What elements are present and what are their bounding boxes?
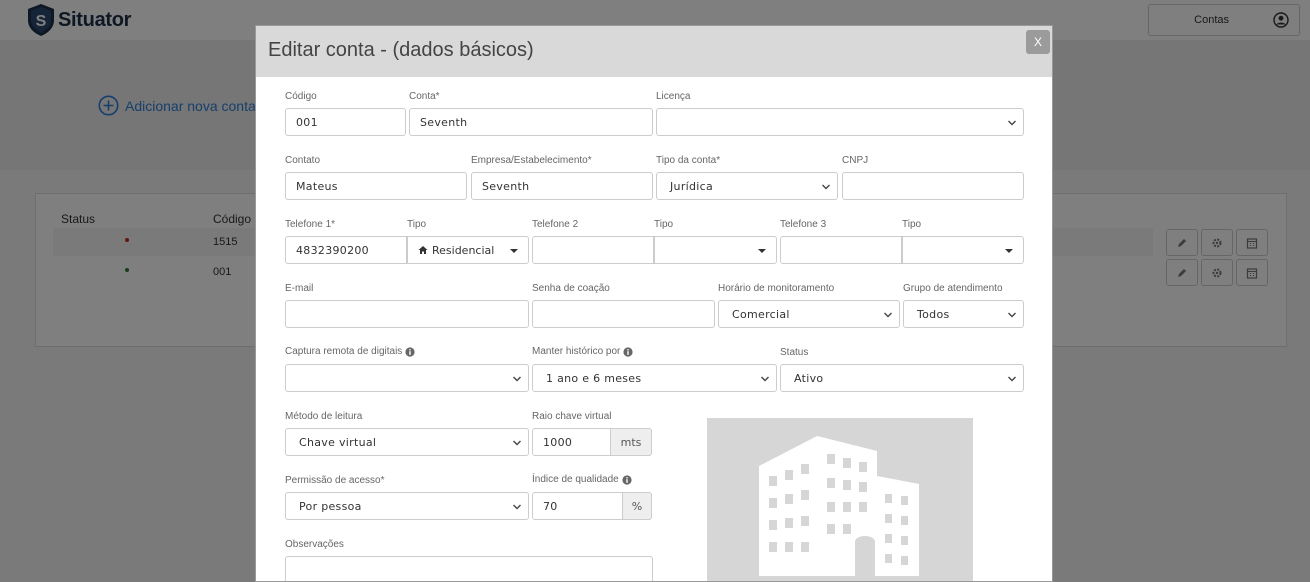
building-icon (759, 436, 919, 576)
captura-label: Captura remota de digitais (285, 346, 415, 357)
info-icon[interactable] (622, 474, 632, 485)
chevron-down-icon (1008, 376, 1016, 382)
tipo3-dropdown[interactable] (902, 236, 1024, 264)
chevron-down-icon (884, 312, 892, 318)
account-photo-placeholder[interactable] (707, 418, 973, 581)
historico-select[interactable]: 1 ano e 6 meses (532, 364, 777, 392)
chevron-down-icon (1008, 120, 1016, 126)
grupo-value: Todos (917, 307, 950, 321)
indice-label-text: Índice de qualidade (532, 474, 619, 485)
tipo2-dropdown[interactable] (654, 236, 777, 264)
tipo-conta-label: Tipo da conta* (656, 155, 721, 166)
historico-label-text: Manter histórico por (532, 346, 621, 357)
grupo-select[interactable]: Todos (903, 300, 1024, 328)
metodo-value: Chave virtual (299, 435, 377, 449)
historico-value: 1 ano e 6 meses (546, 371, 642, 385)
horario-select[interactable]: Comercial (718, 300, 900, 328)
email-input[interactable] (285, 300, 529, 328)
raio-unit: mts (610, 428, 652, 456)
contato-input[interactable]: Mateus (285, 172, 467, 200)
modal-title: Editar conta - (dados básicos) (268, 39, 534, 61)
codigo-input[interactable]: 001 (285, 108, 406, 136)
metodo-label: Método de leitura (285, 411, 363, 422)
permissao-value: Por pessoa (299, 499, 362, 513)
empresa-label: Empresa/Estabelecimento* (471, 155, 592, 166)
edit-account-modal: Editar conta - (dados básicos) X Código … (255, 25, 1053, 582)
cnpj-input[interactable] (842, 172, 1024, 200)
chevron-down-icon (822, 184, 830, 190)
permissao-select[interactable]: Por pessoa (285, 492, 529, 520)
tipo1-label: Tipo (407, 219, 427, 230)
raio-input[interactable]: 1000 (532, 428, 611, 456)
horario-value: Comercial (732, 307, 790, 321)
chevron-down-icon (513, 376, 521, 382)
codigo-label: Código (285, 91, 317, 102)
caret-down-icon (758, 249, 766, 253)
tipo1-dropdown[interactable]: Residencial (407, 236, 529, 264)
observacoes-label: Observações (285, 539, 344, 550)
cnpj-label: CNPJ (842, 155, 869, 166)
chevron-down-icon (1008, 312, 1016, 318)
info-icon[interactable] (405, 346, 415, 357)
licenca-select[interactable] (656, 108, 1024, 136)
horario-label: Horário de monitoramento (718, 283, 835, 294)
home-icon (418, 246, 428, 254)
indice-input[interactable]: 70 (532, 492, 623, 520)
status-value: Ativo (794, 371, 824, 385)
historico-label: Manter histórico por (532, 346, 633, 357)
grupo-label: Grupo de atendimento (903, 283, 1003, 294)
raio-label: Raio chave virtual (532, 411, 612, 422)
email-label: E-mail (285, 283, 314, 294)
metodo-select[interactable]: Chave virtual (285, 428, 529, 456)
conta-input[interactable]: Seventh (409, 108, 653, 136)
caret-down-icon (510, 249, 518, 253)
tipo-conta-select[interactable]: Jurídica (656, 172, 838, 200)
indice-unit: % (622, 492, 652, 520)
captura-select[interactable] (285, 364, 529, 392)
conta-label: Conta* (409, 91, 440, 102)
observacoes-textarea[interactable] (285, 556, 653, 581)
senha-coacao-label: Senha de coação (532, 283, 610, 294)
licenca-label: Licença (656, 91, 691, 102)
tipo1-value: Residencial (432, 243, 495, 257)
chevron-down-icon (761, 376, 769, 382)
telefone2-label: Telefone 2 (532, 219, 579, 230)
contato-label: Contato (285, 155, 321, 166)
chevron-down-icon (513, 440, 521, 446)
telefone2-input[interactable] (532, 236, 654, 264)
telefone1-label: Telefone 1* (285, 219, 336, 230)
status-select[interactable]: Ativo (780, 364, 1024, 392)
close-button[interactable]: X (1026, 30, 1050, 54)
modal-header: Editar conta - (dados básicos) X (256, 26, 1052, 77)
indice-label: Índice de qualidade (532, 474, 632, 485)
telefone3-label: Telefone 3 (780, 219, 827, 230)
captura-label-text: Captura remota de digitais (285, 346, 403, 357)
tipo-conta-value: Jurídica (670, 179, 714, 193)
empresa-input[interactable]: Seventh (471, 172, 653, 200)
status-label: Status (780, 347, 809, 358)
tipo2-label: Tipo (654, 219, 674, 230)
telefone3-input[interactable] (780, 236, 902, 264)
info-icon[interactable] (623, 346, 633, 357)
caret-down-icon (1005, 249, 1013, 253)
telefone1-input[interactable]: 4832390200 (285, 236, 407, 264)
senha-coacao-input[interactable] (532, 300, 715, 328)
chevron-down-icon (513, 504, 521, 510)
permissao-label: Permissão de acesso* (285, 475, 385, 486)
tipo3-label: Tipo (902, 219, 922, 230)
